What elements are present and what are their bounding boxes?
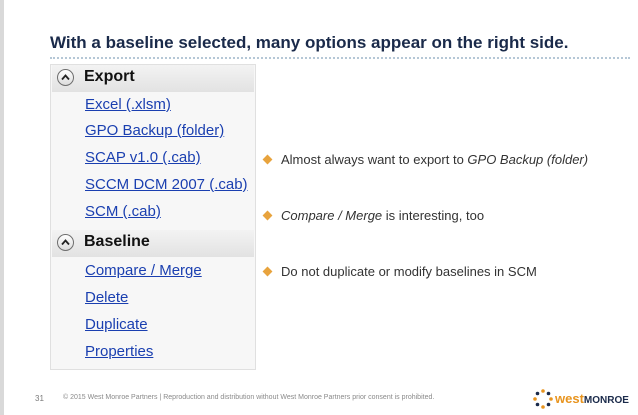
bullet-text: Do not duplicate or modify baselines in … [281,264,537,279]
slide-title: With a baseline selected, many options a… [50,33,569,52]
chevron-up-icon [61,74,70,81]
baseline-duplicate-link[interactable]: Duplicate [85,316,148,333]
export-section-title: Export [84,68,135,85]
baseline-compare-merge-link[interactable]: Compare / Merge [85,262,202,279]
bullet-text-end: is interesting, too [382,208,485,223]
baseline-section-header[interactable]: Baseline [52,230,254,257]
export-scm-link[interactable]: SCM (.cab) [85,203,161,220]
export-scap-link[interactable]: SCAP v1.0 (.cab) [85,149,201,166]
collapse-export-button[interactable] [57,69,74,86]
diamond-bullet-icon [262,210,273,221]
actions-panel: Export Excel (.xlsm) GPO Backup (folder)… [50,64,256,370]
diamond-bullet-icon [262,154,273,165]
logo-monroe-text: MONROE [583,395,629,406]
export-gpo-backup-link[interactable]: GPO Backup (folder) [85,122,224,139]
bullet-text: Almost always want to export to [281,152,468,167]
export-excel-link[interactable]: Excel (.xlsm) [85,96,171,113]
diamond-bullet-icon [262,266,273,277]
export-section-header[interactable]: Export [52,65,254,92]
title-divider [50,57,630,59]
page-number: 31 [35,394,44,403]
baseline-section-title: Baseline [84,233,150,250]
bullet-item: Almost always want to export to GPO Back… [262,152,589,167]
logo-west-text: west [555,391,584,406]
bullet-item: Do not duplicate or modify baselines in … [262,264,537,279]
logo-wordmark: westMONROE [555,391,629,406]
baseline-properties-link[interactable]: Properties [85,343,153,360]
left-edge-bar [0,0,4,415]
bullet-item: Compare / Merge is interesting, too [262,208,485,223]
export-sccm-dcm-link[interactable]: SCCM DCM 2007 (.cab) [85,176,248,193]
bullet-emphasis: Compare / Merge [281,208,383,223]
collapse-baseline-button[interactable] [57,234,74,251]
chevron-up-icon [61,239,70,246]
logo-dots-icon [533,389,553,409]
bullet-emphasis: GPO Backup (folder) [467,152,589,167]
copyright-notice: © 2015 West Monroe Partners | Reproducti… [63,394,435,401]
baseline-delete-link[interactable]: Delete [85,289,128,306]
